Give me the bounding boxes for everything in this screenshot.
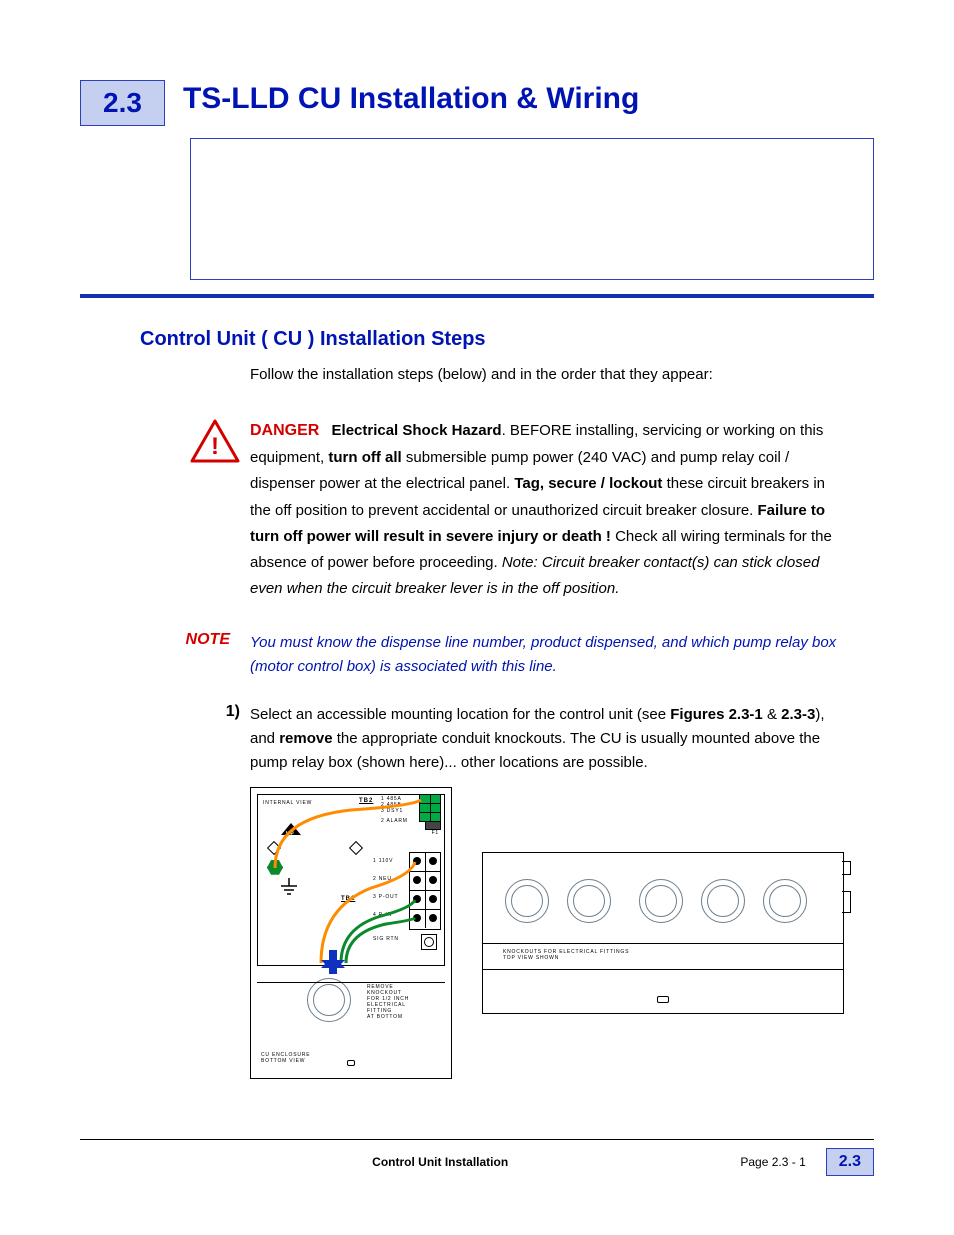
intro-box-placeholder <box>190 138 874 280</box>
section-header: 2.3 TS-LLD CU Installation & Wiring <box>80 80 874 126</box>
danger-text: DANGER Electrical Shock Hazard. BEFORE i… <box>250 417 844 603</box>
danger-bold1: turn off all <box>328 449 401 466</box>
step1-bold2: 2.3-3 <box>781 706 815 723</box>
note-body: You must know the dispense line number, … <box>250 631 844 679</box>
footer-center: Control Unit Installation <box>140 1155 740 1169</box>
warning-icon: ! <box>190 419 240 468</box>
wiring-svg <box>251 788 451 968</box>
figure-cu-topview: KNOCKOUTS FOR ELECTRICAL FITTINGS TOP VI… <box>482 852 844 1014</box>
step-text: Select an accessible mounting location f… <box>250 703 844 775</box>
danger-block: ! DANGER Electrical Shock Hazard. BEFORE… <box>80 417 874 603</box>
divider-rule <box>80 294 874 298</box>
section-number-badge: 2.3 <box>80 80 165 126</box>
footer-section-badge: 2.3 <box>826 1148 874 1176</box>
footer-page: Page 2.3 - 1 <box>740 1155 805 1169</box>
subheading: Control Unit ( CU ) Installation Steps <box>140 328 874 351</box>
danger-label: DANGER <box>250 422 319 439</box>
danger-bold2: Tag, secure / lockout <box>514 475 662 492</box>
danger-hazard: Electrical Shock Hazard <box>332 422 502 439</box>
page-title: TS-LLD CU Installation & Wiring <box>183 82 639 116</box>
page-footer: Control Unit Installation Page 2.3 - 1 2… <box>80 1139 874 1176</box>
note-label: NOTE <box>80 631 250 649</box>
step-1: 1) Select an accessible mounting locatio… <box>80 703 874 775</box>
step1-c: the appropriate conduit knockouts. The C… <box>250 730 820 771</box>
step1-bold1: Figures 2.3-1 <box>670 706 763 723</box>
intro-text: Follow the installation steps (below) an… <box>250 363 844 387</box>
bottom-caption: CU ENCLOSURE BOTTOM VIEW <box>261 1052 310 1064</box>
knockout-note: REMOVE KNOCKOUT FOR 1/2 INCH ELECTRICAL … <box>367 984 409 1020</box>
step1-bold3: remove <box>279 730 332 747</box>
figure-row: INTERNAL VIEW TB2 1 485A 2 485B 3 DSY1 2… <box>250 787 844 1079</box>
step1-a: Select an accessible mounting location f… <box>250 706 670 723</box>
step1-amp: & <box>763 706 781 723</box>
step-number: 1) <box>80 703 250 721</box>
svg-text:!: ! <box>211 433 219 460</box>
note-block: NOTE You must know the dispense line num… <box>80 631 874 679</box>
fig-right-caption: KNOCKOUTS FOR ELECTRICAL FITTINGS TOP VI… <box>503 949 629 961</box>
figure-cu-internal: INTERNAL VIEW TB2 1 485A 2 485B 3 DSY1 2… <box>250 787 452 1079</box>
